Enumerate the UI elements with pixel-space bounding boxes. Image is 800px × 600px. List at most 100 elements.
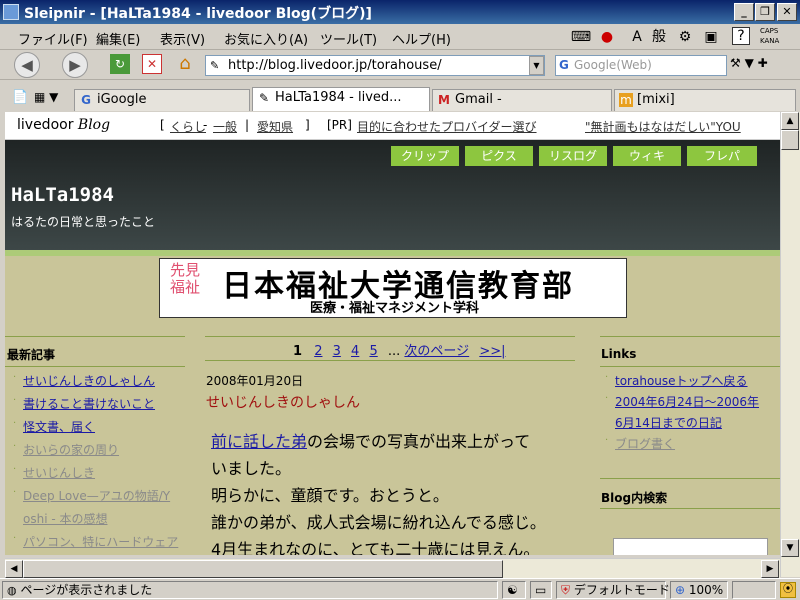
list-item-link[interactable]: 怪文書、届く: [23, 418, 95, 435]
wiki-button[interactable]: ウィキ: [613, 146, 681, 166]
dictionary-icon[interactable]: ▣: [700, 27, 722, 47]
mode-panel[interactable]: ⛨ デフォルトモード: [556, 581, 670, 599]
list-item[interactable]: · せいじんしきのしゃしん: [13, 372, 188, 395]
menu-favorites[interactable]: お気に入り(A): [224, 29, 308, 48]
scroll-thumb[interactable]: [781, 130, 799, 150]
blog-title[interactable]: HaLTa1984: [11, 184, 114, 206]
list-item-link[interactable]: Deep Love—アユの物語/Y: [23, 487, 170, 504]
security-icon[interactable]: ☯: [502, 581, 526, 599]
list-item-link[interactable]: せいじんしきのしゃしん: [23, 372, 155, 389]
list-item-link[interactable]: 6月14日までの日記: [615, 414, 722, 431]
livedoor-logo[interactable]: livedoor Blog: [17, 117, 110, 133]
entry-line: 明らかに、童顔です。おとうと。: [211, 486, 449, 505]
quote-link[interactable]: "無計画もはなはだしい"YOU: [585, 118, 741, 135]
list-item-link[interactable]: おいらの家の周り: [23, 441, 119, 458]
clip-button[interactable]: クリップ: [391, 146, 459, 166]
list-item[interactable]: · 書けること書けないこと: [13, 395, 188, 418]
list-item[interactable]: ·6月14日までの日記: [605, 414, 780, 435]
scroll-down-button[interactable]: ▼: [781, 539, 799, 557]
popup-blocker-icon[interactable]: ▭: [530, 581, 552, 599]
entry-body: 前に話した弟の会場での写真が出来上がって いました。 明らかに、童顔です。おとう…: [211, 428, 546, 555]
tab-halta1984[interactable]: ✎ HaLTa1984 - lived...: [252, 87, 430, 111]
horizontal-scrollbar[interactable]: ◀ ▶: [5, 558, 780, 578]
frepa-button[interactable]: フレパ: [687, 146, 757, 166]
close-button[interactable]: ✕: [777, 3, 797, 21]
new-tab-icon[interactable]: 📄: [12, 90, 28, 105]
keyboard-icon[interactable]: ⌨: [570, 27, 592, 47]
menu-help[interactable]: ヘルプ(H): [392, 29, 451, 48]
list-item-link[interactable]: oshi - 本の感想: [23, 510, 108, 527]
ime-icon[interactable]: ●: [596, 27, 618, 47]
address-input[interactable]: ✎ http://blog.livedoor.jp/torahouse/: [205, 55, 545, 76]
igoogle-icon: G: [81, 93, 91, 107]
list-item[interactable]: · パソコン、特にハードウェア: [13, 533, 188, 555]
tab-igoogle[interactable]: G iGoogle: [74, 89, 250, 111]
category-ippan-link[interactable]: 一般: [213, 118, 237, 135]
divider: [5, 336, 185, 337]
maximize-button[interactable]: ❐: [755, 3, 775, 21]
menu-tools[interactable]: ツール(T): [320, 29, 377, 48]
scroll-left-button[interactable]: ◀: [5, 560, 23, 578]
bullet-icon: ·: [605, 372, 609, 383]
pr-link[interactable]: 目的に合わせたプロバイダー選び: [357, 118, 537, 135]
next-page-link[interactable]: 次のページ: [404, 344, 469, 359]
list-item-link[interactable]: ブログ書く: [615, 435, 675, 452]
hscroll-thumb[interactable]: [23, 560, 503, 578]
page-5-link[interactable]: 5: [369, 344, 377, 359]
entry-title[interactable]: せいじんしきのしゃしん: [206, 392, 360, 412]
forward-button[interactable]: ▶: [62, 52, 88, 78]
list-item[interactable]: · せいじんしき: [13, 464, 188, 487]
list-item[interactable]: · 怪文書、届く: [13, 418, 188, 441]
list-item-link[interactable]: 書けること書けないこと: [23, 395, 155, 412]
help-icon[interactable]: ?: [732, 27, 750, 45]
scroll-up-button[interactable]: ▲: [781, 112, 799, 130]
pics-button[interactable]: ピクス: [465, 146, 533, 166]
vertical-scrollbar[interactable]: ▲ ▼: [780, 112, 800, 577]
entry-link-brother[interactable]: 前に話した弟: [211, 432, 307, 451]
stop-icon[interactable]: ✕: [142, 54, 162, 74]
page-3-link[interactable]: 3: [333, 344, 341, 359]
tab-label: iGoogle: [97, 92, 147, 107]
list-item-link[interactable]: パソコン、特にハードウェア: [23, 533, 178, 550]
list-item[interactable]: · 2004年6月24日〜2006年: [605, 393, 780, 414]
bullet-icon: ·: [13, 441, 17, 452]
rss-icon[interactable]: ⦿: [780, 582, 796, 598]
page-2-link[interactable]: 2: [314, 344, 322, 359]
list-item-link[interactable]: 2004年6月24日〜2006年: [615, 393, 759, 410]
ad-banner[interactable]: 先見 福祉 日本福祉大学通信教育部 医療・福祉マネジメント学科: [159, 258, 627, 318]
blog-search-input[interactable]: [613, 538, 768, 555]
separator: -: [203, 118, 208, 132]
search-tool-icons[interactable]: ⚒ ▼ ✚: [730, 56, 768, 70]
bullet-icon: ·: [13, 533, 17, 544]
list-item[interactable]: · torahouseトップへ戻る: [605, 372, 780, 393]
back-button[interactable]: ◀: [14, 52, 40, 78]
rislog-button[interactable]: リスログ: [539, 146, 607, 166]
google-search-input[interactable]: G Google(Web): [555, 55, 727, 76]
minimize-button[interactable]: _: [734, 3, 754, 21]
list-item[interactable]: ·oshi - 本の感想: [13, 510, 188, 533]
list-item[interactable]: · おいらの家の周り: [13, 441, 188, 464]
category-kurashi-link[interactable]: くらし: [170, 118, 206, 135]
address-dropdown[interactable]: ▼: [529, 56, 544, 75]
home-icon[interactable]: ⌂: [174, 53, 196, 75]
scroll-right-button[interactable]: ▶: [761, 560, 779, 578]
list-item-link[interactable]: torahouseトップへ戻る: [615, 372, 748, 389]
list-item[interactable]: · ブログ書く: [605, 435, 780, 456]
kanji-mode-icon[interactable]: 般: [648, 27, 670, 47]
input-mode-icon[interactable]: A: [626, 27, 648, 47]
tab-list-icon[interactable]: ▦ ▼: [34, 90, 58, 104]
menu-edit[interactable]: 編集(E): [96, 29, 140, 48]
page-4-link[interactable]: 4: [351, 344, 359, 359]
zoom-panel[interactable]: ⊕ 100%: [670, 581, 728, 599]
list-item[interactable]: · Deep Love—アユの物語/Y: [13, 487, 188, 510]
menu-file[interactable]: ファイル(F): [18, 29, 88, 48]
tab-mixi[interactable]: m [mixi]: [614, 89, 796, 111]
region-aichi-link[interactable]: 愛知県: [257, 118, 293, 135]
tools-icon[interactable]: ⚙: [674, 27, 696, 47]
globe-icon: ◍: [7, 584, 17, 597]
menu-view[interactable]: 表示(V): [160, 29, 205, 48]
refresh-icon[interactable]: ↻: [110, 54, 130, 74]
list-item-link[interactable]: せいじんしき: [23, 464, 95, 481]
last-page-link[interactable]: >>|: [479, 344, 505, 359]
tab-gmail[interactable]: M Gmail -: [432, 89, 612, 111]
